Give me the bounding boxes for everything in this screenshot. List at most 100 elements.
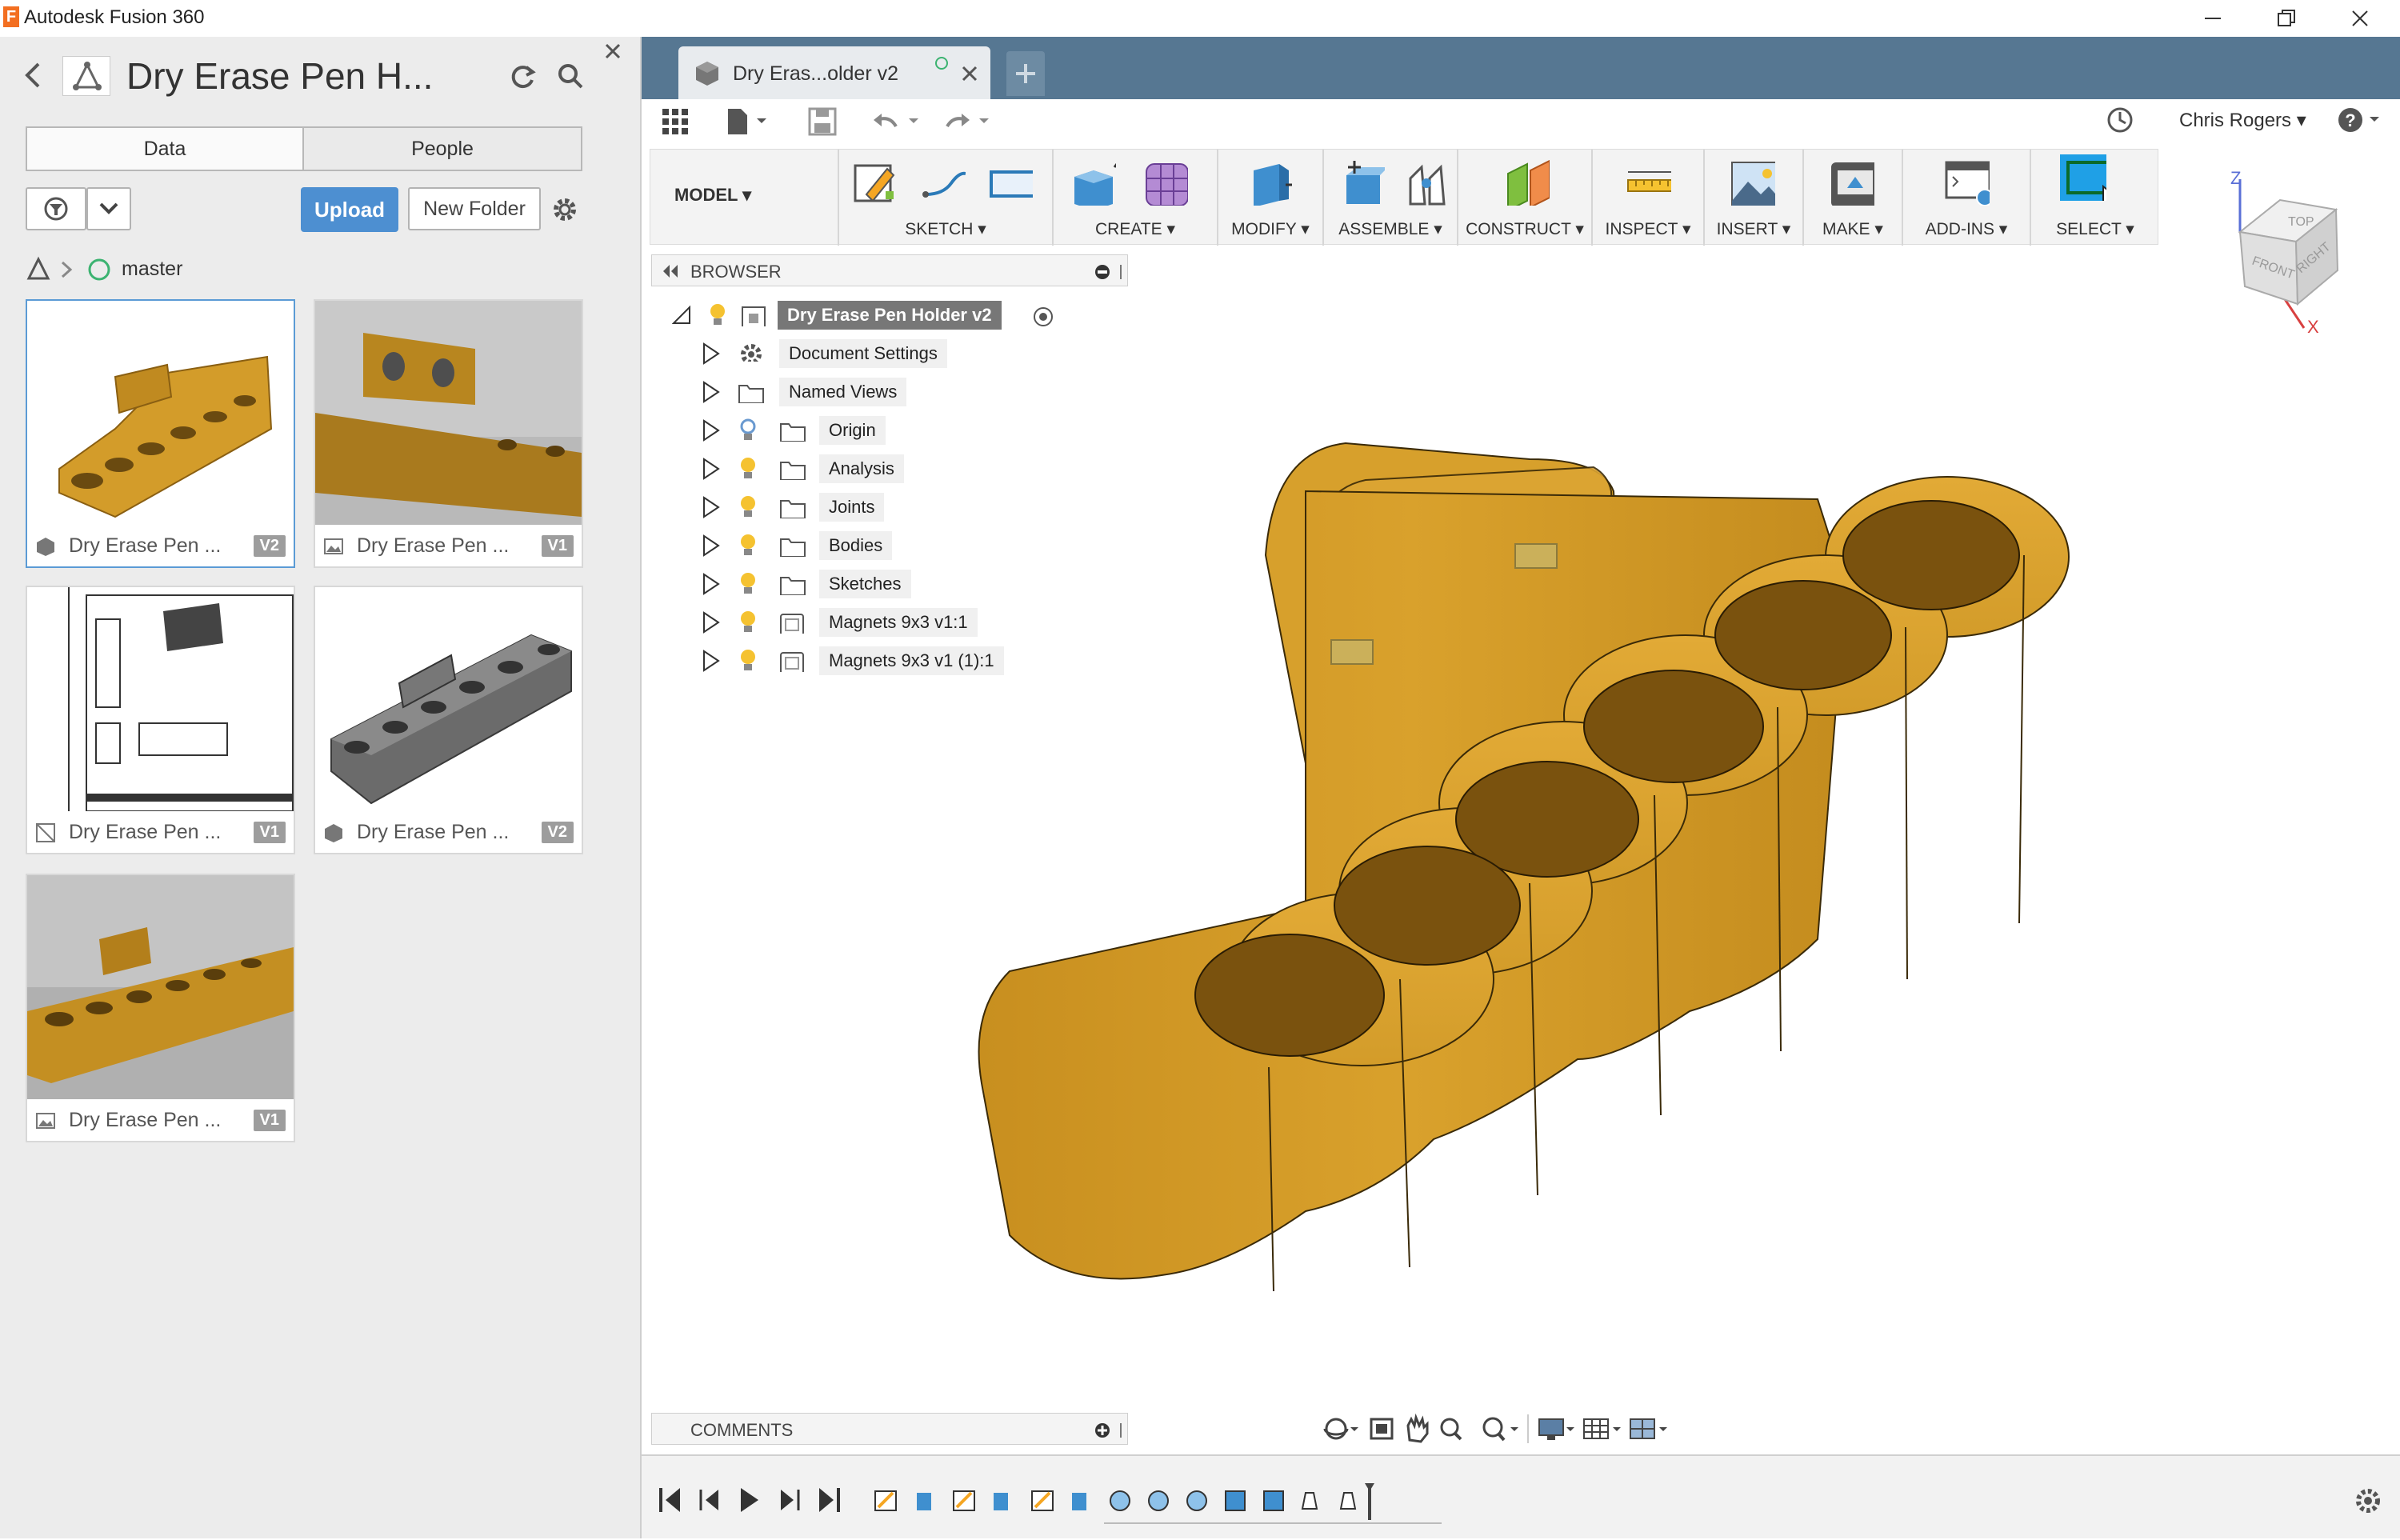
expand-triangle-icon[interactable]: [701, 419, 722, 442]
comments-panel[interactable]: COMMENTS: [651, 1413, 1128, 1445]
version-badge[interactable]: V1: [253, 1110, 286, 1131]
timeline-feature-icons[interactable]: [874, 1490, 1442, 1524]
browser-item-analysis[interactable]: Analysis: [701, 451, 1037, 486]
version-badge[interactable]: V1: [541, 535, 574, 557]
construct-group[interactable]: CONSTRUCT ▾: [1458, 150, 1593, 246]
browser-header[interactable]: BROWSER: [651, 254, 1128, 286]
file-card[interactable]: Dry Erase Pen ... V1: [26, 586, 295, 854]
browser-item-magnets-1[interactable]: Magnets 9x3 v1:1: [701, 605, 1037, 640]
browser-item-document-settings[interactable]: Document Settings: [701, 336, 1037, 371]
browser-item-joints[interactable]: Joints: [701, 490, 1037, 525]
workspace-switcher[interactable]: MODEL ▾: [650, 150, 839, 246]
job-status-button[interactable]: [2106, 106, 2134, 134]
insert-group[interactable]: INSERT ▾: [1705, 150, 1804, 246]
expand-triangle-icon[interactable]: [701, 496, 722, 518]
search-button[interactable]: [557, 62, 584, 90]
help-button[interactable]: ?: [2336, 106, 2384, 134]
collapse-left-icon[interactable]: [660, 263, 679, 279]
add-comment-icon[interactable]: [1094, 1422, 1126, 1439]
visibility-bulb-icon[interactable]: [739, 533, 757, 557]
insert-menu[interactable]: INSERT ▾: [1705, 219, 1802, 239]
refresh-button[interactable]: [507, 61, 538, 91]
create-menu[interactable]: CREATE ▾: [1054, 219, 1217, 239]
add-ins-menu[interactable]: ADD-INS ▾: [1903, 219, 2030, 239]
make-menu[interactable]: MAKE ▾: [1804, 219, 1902, 239]
display-settings-icon[interactable]: [1538, 1418, 1574, 1440]
expand-triangle-icon[interactable]: [701, 650, 722, 672]
browser-item-bodies[interactable]: Bodies: [701, 528, 1037, 563]
assemble-group[interactable]: ASSEMBLE ▾: [1324, 150, 1458, 246]
upload-button[interactable]: Upload: [301, 187, 398, 232]
close-panel-button[interactable]: [603, 42, 622, 61]
timeline-previous-icon[interactable]: [699, 1490, 718, 1510]
back-button[interactable]: [22, 61, 45, 90]
timeline-next-icon[interactable]: [781, 1490, 800, 1510]
viewcube[interactable]: TOP FRONT RIGHT Z X: [2224, 168, 2344, 336]
expand-triangle-icon[interactable]: [701, 458, 722, 480]
visibility-bulb-icon[interactable]: [739, 571, 757, 595]
browser-item-sketches[interactable]: Sketches: [701, 566, 1037, 602]
expand-triangle-icon[interactable]: [701, 534, 722, 557]
sketch-group[interactable]: SKETCH ▾: [839, 150, 1054, 246]
version-badge[interactable]: V1: [253, 822, 286, 843]
modify-menu[interactable]: MODIFY ▾: [1218, 219, 1322, 239]
expand-triangle-icon[interactable]: [701, 381, 722, 403]
hidden-bulb-icon[interactable]: [739, 418, 757, 442]
modify-group[interactable]: MODIFY ▾: [1218, 150, 1324, 246]
timeline-settings-icon[interactable]: [2356, 1489, 2380, 1513]
visibility-bulb-icon[interactable]: [739, 648, 757, 672]
project-hub-button[interactable]: [62, 56, 110, 96]
visibility-bulb-icon[interactable]: [739, 456, 757, 480]
filter-dropdown-button[interactable]: [86, 187, 131, 230]
expand-triangle-icon[interactable]: [701, 342, 722, 365]
timeline-last-icon[interactable]: [819, 1488, 840, 1512]
close-icon[interactable]: [960, 64, 979, 83]
file-menu-button[interactable]: [725, 106, 770, 138]
pan-hand-icon[interactable]: [1406, 1413, 1429, 1443]
sketch-menu[interactable]: SKETCH ▾: [839, 219, 1052, 239]
settings-button[interactable]: [550, 195, 579, 224]
tab-data[interactable]: Data: [26, 126, 304, 171]
activate-radio-icon[interactable]: [1032, 306, 1054, 328]
grid-settings-icon[interactable]: [1583, 1418, 1621, 1439]
document-tab[interactable]: Dry Eras...older v2: [678, 46, 990, 99]
orbit-icon[interactable]: [1323, 1418, 1358, 1440]
collapse-triangle-icon[interactable]: [672, 304, 693, 326]
version-badge[interactable]: V2: [541, 822, 574, 843]
version-badge[interactable]: V2: [253, 535, 286, 557]
minimize-button[interactable]: [2176, 0, 2250, 37]
file-card[interactable]: Dry Erase Pen ... V1: [314, 299, 583, 568]
save-button[interactable]: [806, 106, 838, 138]
visibility-bulb-icon[interactable]: [739, 610, 757, 634]
inspect-menu[interactable]: INSPECT ▾: [1593, 219, 1703, 239]
new-folder-button[interactable]: New Folder: [408, 187, 541, 230]
select-menu[interactable]: SELECT ▾: [2031, 219, 2159, 239]
create-group[interactable]: CREATE ▾: [1054, 150, 1218, 246]
look-at-icon[interactable]: [1370, 1418, 1394, 1440]
new-tab-button[interactable]: [1006, 51, 1045, 96]
tab-people[interactable]: People: [302, 126, 582, 171]
browser-item-named-views[interactable]: Named Views: [701, 374, 1037, 410]
browser-item-magnets-2[interactable]: Magnets 9x3 v1 (1):1: [701, 643, 1053, 678]
redo-button[interactable]: [941, 106, 992, 138]
restore-button[interactable]: [2250, 0, 2323, 37]
browser-root-node[interactable]: Dry Erase Pen Holder v2: [672, 298, 1072, 333]
user-menu[interactable]: Chris Rogers ▾: [2179, 109, 2306, 132]
zoom-icon[interactable]: [1440, 1418, 1462, 1441]
undo-button[interactable]: [870, 106, 922, 138]
expand-triangle-icon[interactable]: [701, 611, 722, 634]
filter-button[interactable]: [26, 187, 86, 230]
expand-triangle-icon[interactable]: [701, 573, 722, 595]
select-group[interactable]: SELECT ▾: [2031, 150, 2159, 246]
construct-menu[interactable]: CONSTRUCT ▾: [1458, 219, 1591, 239]
file-card[interactable]: Dry Erase Pen ... V2: [314, 586, 583, 854]
file-card[interactable]: Dry Erase Pen ... V2: [26, 299, 295, 568]
branch-label[interactable]: master: [122, 258, 182, 281]
browser-pin-icon[interactable]: [1094, 263, 1126, 281]
browser-item-origin[interactable]: Origin: [701, 413, 1037, 448]
close-window-button[interactable]: [2323, 0, 2397, 37]
make-group[interactable]: MAKE ▾: [1804, 150, 1903, 246]
add-ins-group[interactable]: ADD-INS ▾: [1903, 150, 2031, 246]
timeline-marker[interactable]: [1365, 1483, 1374, 1520]
inspect-group[interactable]: INSPECT ▾: [1593, 150, 1705, 246]
